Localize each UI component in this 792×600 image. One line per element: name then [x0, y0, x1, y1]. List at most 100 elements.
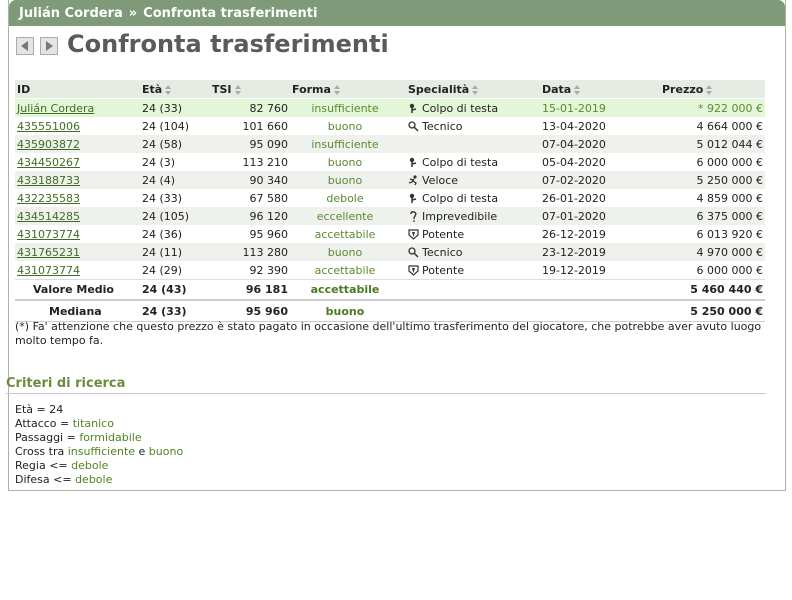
player-link[interactable]: 431073774 [17, 228, 80, 241]
row-id-link[interactable]: 431765231 [15, 243, 140, 261]
head-icon [408, 157, 419, 168]
sort-icon [165, 84, 172, 95]
breadcrumb-separator: » [128, 6, 138, 21]
row-prezzo: 6 375 000 € [660, 207, 765, 225]
table-row: 435903872 24 (58) 95 090 insufficiente 07-04… [15, 135, 765, 153]
col-header-tsi[interactable]: TSI [210, 80, 290, 99]
row-tsi: 92 390 [249, 263, 289, 277]
row-data: 07-02-2020 [540, 171, 660, 189]
criteria-value: debole [71, 459, 109, 472]
col-header-eta[interactable]: Età [140, 80, 210, 99]
criteria-label: Età = 24 [15, 403, 64, 416]
row-data: 07-04-2020 [540, 135, 660, 153]
table-header-row: ID Età TSI Forma Specialità Data Prezzo [15, 80, 765, 99]
col-header-id: ID [15, 80, 140, 99]
row-id-link[interactable]: 435903872 [15, 135, 140, 153]
row-prezzo: 4 859 000 € [696, 191, 763, 205]
row-eta: 24 (4) [140, 171, 210, 189]
criteria-line: Cross tra insufficiente e buono [15, 445, 183, 459]
row-specialita: Imprevedibile [400, 207, 540, 225]
average-label: Valore Medio [15, 279, 140, 300]
row-eta: 24 (104) [142, 119, 190, 133]
table-row: 432235583 24 (33) 67 580 debole Colpo di tes… [15, 189, 765, 207]
sort-icon [706, 84, 713, 95]
row-tsi: 96 120 [210, 207, 290, 225]
row-eta: 24 (58) [140, 135, 210, 153]
criteria-value: debole [75, 473, 113, 486]
col-header-specialita[interactable]: Specialità [400, 80, 540, 99]
technical-icon [408, 121, 419, 132]
median-label: Mediana [15, 299, 140, 322]
row-tsi: 113 280 [210, 243, 290, 261]
sort-icon [472, 84, 479, 95]
row-eta: 24 (33) [142, 191, 183, 205]
player-link[interactable]: 435551006 [17, 120, 80, 133]
col-header-tsi-label: TSI [212, 82, 232, 96]
player-link[interactable]: 434514285 [17, 210, 80, 223]
row-forma: debole [326, 191, 364, 205]
sort-icon [574, 84, 581, 95]
back-button[interactable] [16, 37, 34, 55]
median-eta: 24 (33) [140, 299, 210, 322]
breadcrumb-player[interactable]: Julián Cordera [19, 6, 123, 21]
row-id-link[interactable]: 431073774 [15, 225, 140, 243]
player-link[interactable]: 431073774 [17, 264, 80, 277]
row-forma: eccellente [290, 207, 400, 225]
row-id-link[interactable]: 433188733 [15, 171, 140, 189]
col-header-forma[interactable]: Forma [290, 80, 400, 99]
row-specialita: Colpo di testa [400, 153, 540, 171]
row-forma: insufficiente [290, 98, 400, 117]
player-link[interactable]: 435903872 [17, 138, 80, 151]
row-prezzo: 5 250 000 € [660, 171, 765, 189]
criteria-line: Passaggi = formidabile [15, 431, 183, 445]
player-link[interactable]: Julián Cordera [17, 102, 94, 115]
price-note: (*) Fa' attenzione che questo prezzo è s… [15, 320, 762, 347]
row-forma: buono [327, 155, 363, 169]
row-forma: accettabile [314, 227, 376, 241]
player-link[interactable]: 434450267 [17, 156, 80, 169]
row-id-link[interactable]: 434450267 [15, 153, 140, 171]
row-data: 07-01-2020 [540, 207, 660, 225]
row-specialita-label: Veloce [422, 173, 459, 187]
criteria-label: Regia <= [15, 459, 72, 472]
average-eta: 24 (43) [140, 279, 210, 300]
row-prezzo: 4 664 000 € [696, 119, 763, 133]
col-header-prezzo-label: Prezzo [662, 82, 704, 96]
row-forma: buono [290, 171, 400, 189]
row-prezzo: 5 012 044 € [660, 135, 765, 153]
col-header-data[interactable]: Data [540, 80, 660, 99]
row-specialita: Colpo di testa [400, 189, 540, 207]
row-id-link[interactable]: 432235583 [15, 189, 140, 207]
row-forma: insufficiente [290, 135, 400, 153]
col-header-eta-label: Età [142, 82, 163, 96]
technical-icon [408, 247, 419, 258]
criteria-label: Difesa <= [15, 473, 76, 486]
row-id-link[interactable]: Julián Cordera [15, 98, 140, 117]
criteria-value: titanico [72, 417, 114, 430]
row-id-link[interactable]: 435551006 [15, 117, 140, 135]
table-row: 434514285 24 (105) 96 120 eccellente Impreve… [15, 207, 765, 225]
col-header-data-label: Data [542, 82, 572, 96]
row-specialita-label: Tecnico [422, 119, 463, 133]
powerful-icon [408, 265, 419, 276]
sort-icon [333, 84, 340, 95]
player-link[interactable]: 432235583 [17, 192, 80, 205]
row-prezzo: 6 000 000 € [696, 263, 763, 277]
table-row: 431073774 24 (29) 92 390 accettabile Potente… [15, 261, 765, 280]
table-row: 433188733 24 (4) 90 340 buono Veloce 07-02-20… [15, 171, 765, 189]
average-tsi: 96 181 [210, 279, 290, 300]
title-row: Confronta trasferimenti [9, 26, 785, 70]
row-eta: 24 (36) [142, 227, 183, 241]
criteria-line: Regia <= debole [15, 459, 183, 473]
row-specialita-label: Colpo di testa [422, 191, 499, 205]
row-id-link[interactable]: 434514285 [15, 207, 140, 225]
row-specialita-label: Colpo di testa [422, 155, 499, 169]
player-link[interactable]: 431765231 [17, 246, 80, 259]
forward-button[interactable] [40, 37, 58, 55]
col-header-prezzo[interactable]: Prezzo [660, 80, 765, 99]
powerful-icon [408, 229, 419, 240]
row-id-link[interactable]: 431073774 [15, 261, 140, 280]
row-eta: 24 (29) [142, 263, 183, 277]
player-link[interactable]: 433188733 [17, 174, 80, 187]
row-eta: 24 (33) [140, 98, 210, 117]
